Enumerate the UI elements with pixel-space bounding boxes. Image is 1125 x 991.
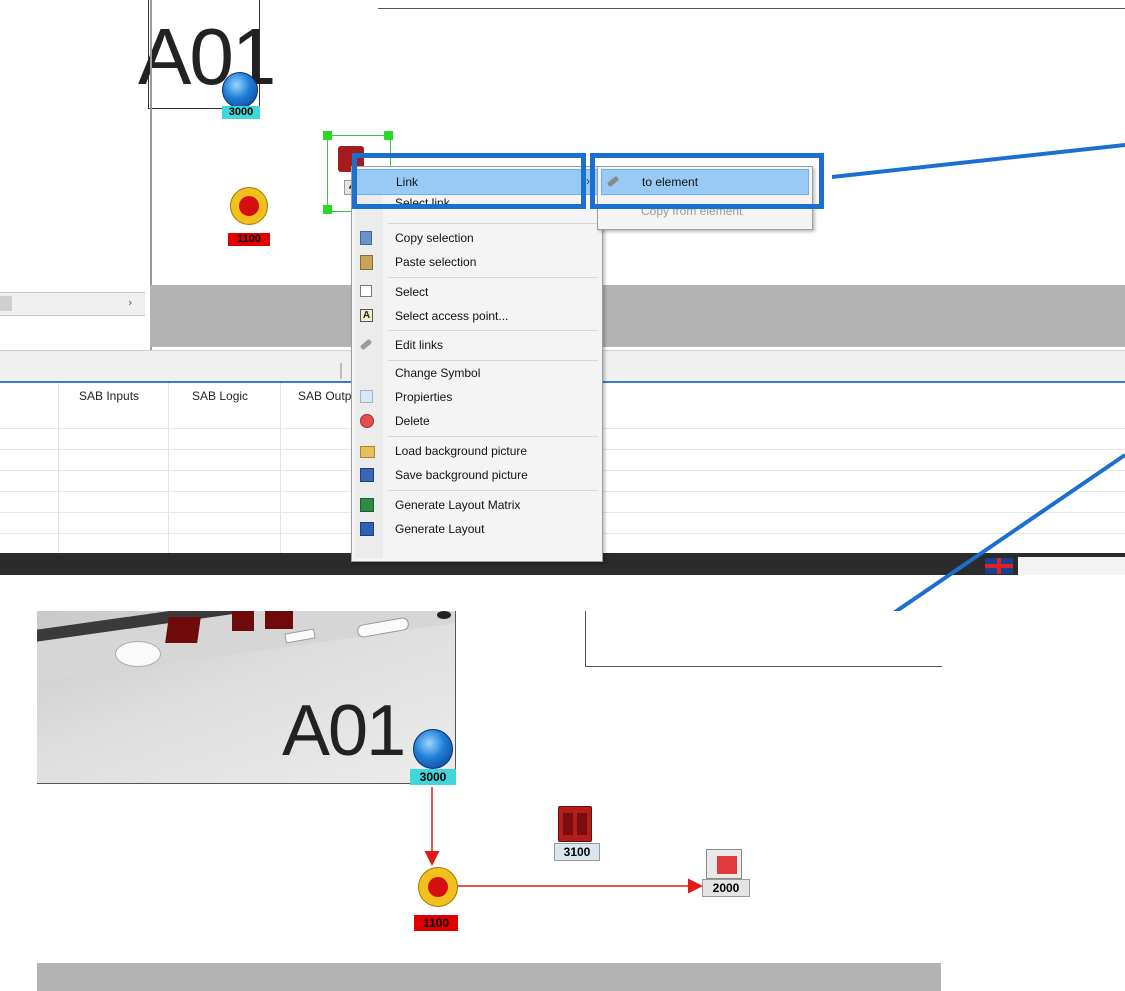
canvas-gray-band [37, 963, 941, 991]
device-links [424, 787, 703, 894]
callout-line-upper [831, 143, 1125, 179]
bottom-editor-view: A01 3000 1100 3100 2000 [0, 611, 945, 991]
